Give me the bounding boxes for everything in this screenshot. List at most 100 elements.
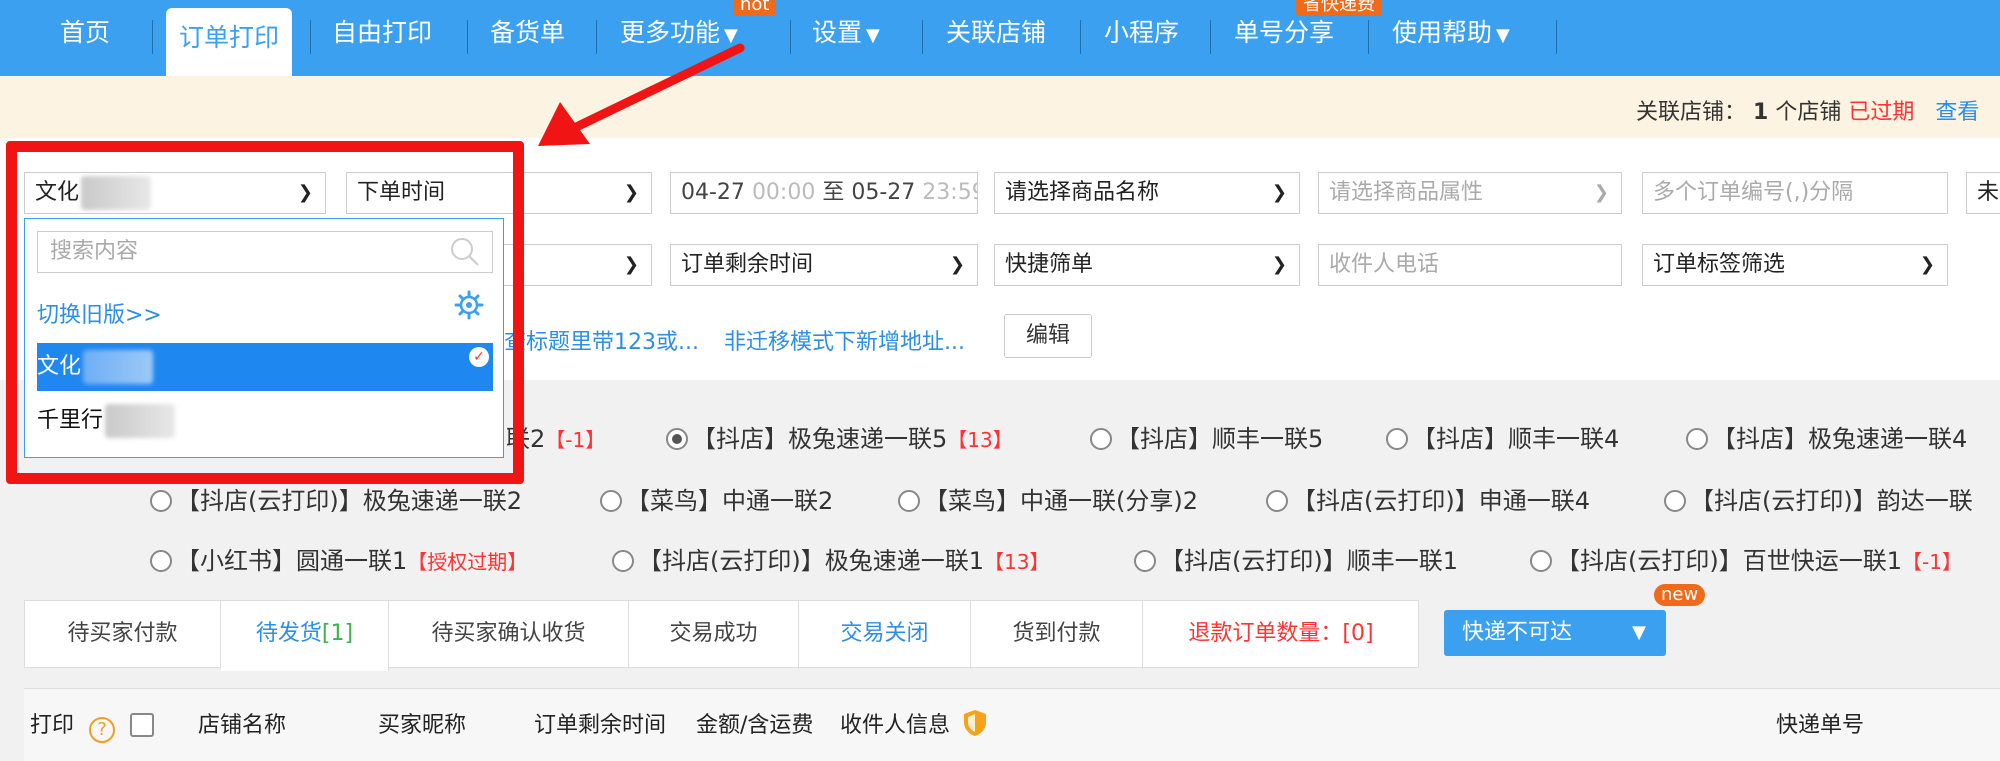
radio-button[interactable]: [600, 490, 622, 512]
radio-button[interactable]: [612, 550, 634, 572]
template-item[interactable]: 【抖店(云打印)】极兔速递一联1【13】: [612, 546, 1049, 577]
time-start: 00:00: [751, 180, 816, 205]
tab-awaiting-shipment[interactable]: 待发货[1]: [221, 601, 389, 671]
remaining-time-select[interactable]: 订单剩余时间 ❯: [670, 244, 978, 286]
date-range-input[interactable]: 04-27 00:00 至 05-27 23:59: [670, 172, 978, 214]
chevron-down-icon: ▼: [1632, 622, 1646, 643]
nav-settings-label: 设置: [812, 18, 863, 47]
radio-button[interactable]: [1266, 490, 1288, 512]
template-label: 【抖店(云打印)】顺丰一联1: [1160, 547, 1458, 575]
unprinted-select[interactable]: 未: [1966, 172, 2000, 214]
chevron-down-icon: ▼: [1496, 25, 1510, 46]
hot-badge: hot: [733, 0, 777, 16]
template-item[interactable]: 【抖店】顺丰一联5: [1090, 424, 1323, 454]
template-badge: 【13】: [947, 428, 1013, 452]
template-item[interactable]: 【抖店】极兔速递一联4: [1686, 424, 1967, 454]
radio-button[interactable]: [1134, 550, 1156, 572]
col-amount: 金额/含运费: [696, 713, 814, 738]
nav-home[interactable]: 首页: [60, 0, 110, 76]
help-icon[interactable]: ?: [89, 717, 116, 743]
product-name-label: 请选择商品名称: [1005, 180, 1160, 205]
linked-shop-info: 关联店铺： 1 个店铺 已过期 查看: [1636, 94, 1979, 126]
shield-icon: [964, 710, 987, 736]
nav-mini-program[interactable]: 小程序: [1104, 0, 1179, 76]
tag-filter-select[interactable]: 订单标签筛选 ❯: [1642, 244, 1948, 286]
express-unreachable-select[interactable]: 快递不可达 ▼: [1444, 610, 1666, 656]
template-item[interactable]: 【抖店(云打印)】申通一联4: [1266, 486, 1590, 516]
radio-button[interactable]: [150, 550, 172, 572]
nav-separator: [1080, 20, 1081, 54]
date-end: 05-27: [851, 180, 916, 205]
template-item[interactable]: 【小红书】圆通一联1【授权过期】: [150, 546, 527, 577]
tip-link-2[interactable]: 非迁移模式下新增地址...: [724, 324, 965, 356]
linked-shop-status: 已过期: [1848, 100, 1915, 125]
nav-free-print[interactable]: 自由打印: [332, 0, 432, 76]
radio-button[interactable]: [1090, 428, 1112, 450]
view-link[interactable]: 查看: [1935, 100, 1979, 125]
template-label: 【抖店(云打印)】极兔速递一联1: [638, 547, 984, 575]
tab-cash-on-delivery[interactable]: 货到付款: [971, 601, 1143, 669]
chevron-down-icon: ❯: [949, 254, 965, 275]
tab-trade-closed[interactable]: 交易关闭: [799, 601, 971, 669]
linked-shop-notice: 关联店铺： 1 个店铺 已过期 查看: [0, 76, 2000, 138]
nav-settings[interactable]: 设置 ▼: [812, 0, 880, 76]
template-item[interactable]: 【抖店】顺丰一联4: [1386, 424, 1619, 454]
template-item[interactable]: 【抖店(云打印)】顺丰一联1: [1134, 546, 1458, 576]
quick-filter-select[interactable]: 快捷筛单 ❯: [994, 244, 1300, 286]
template-item[interactable]: 【抖店(云打印)】韵达一联: [1664, 486, 1973, 516]
highlight-box: [6, 141, 524, 484]
order-status-tabs: 待买家付款 待发货[1] 待买家确认收货 交易成功 交易关闭 货到付款 退款订单…: [24, 600, 1419, 671]
chevron-down-icon: ❯: [623, 182, 639, 203]
radio-button[interactable]: [898, 490, 920, 512]
radio-button[interactable]: [1386, 428, 1408, 450]
template-label: 【抖店】极兔速递一联5: [692, 425, 948, 453]
top-nav: 首页 订单打印 自由打印 备货单 更多功能 ▼ hot 设置 ▼ 关联店铺 小程序 …: [0, 0, 2000, 76]
refund-count: [0]: [1342, 621, 1374, 646]
tab-awaiting-payment[interactable]: 待买家付款: [25, 601, 221, 669]
radio-button[interactable]: [150, 490, 172, 512]
product-name-select[interactable]: 请选择商品名称 ❯: [994, 172, 1300, 214]
template-item[interactable]: 【抖店(云打印)】百世快运一联1【-1】: [1530, 546, 1962, 577]
tab-trade-success[interactable]: 交易成功: [629, 601, 799, 669]
nav-order-print[interactable]: 订单打印: [166, 8, 292, 76]
template-item[interactable]: 【菜鸟】中通一联(分享)2: [898, 486, 1198, 516]
tab-awaiting-receipt[interactable]: 待买家确认收货: [389, 601, 629, 669]
nav-separator: [790, 20, 791, 54]
edit-button[interactable]: 编辑: [1004, 314, 1092, 358]
template-item[interactable]: 【菜鸟】中通一联2: [600, 486, 833, 516]
tab-refund-orders[interactable]: 退款订单数量：[0]: [1143, 601, 1419, 669]
save-fee-badge: 省快递费: [1296, 0, 1382, 16]
radio-button[interactable]: [1686, 428, 1708, 450]
product-attr-label: 请选择商品属性: [1329, 180, 1484, 205]
tip-link-1[interactable]: 查标题里带123或...: [504, 324, 699, 356]
template-label: 【抖店】顺丰一联4: [1412, 425, 1620, 453]
radio-button[interactable]: [1664, 490, 1686, 512]
order-number-input[interactable]: 多个订单编号(,)分隔: [1642, 172, 1948, 214]
col-print-label: 打印: [30, 713, 75, 738]
col-recipient-info: 收件人信息: [840, 689, 989, 761]
template-badge: 【-1】: [1902, 550, 1962, 574]
new-badge: new: [1654, 584, 1706, 606]
template-badge: 【授权过期】: [407, 550, 528, 574]
phone-input[interactable]: 收件人电话: [1318, 244, 1622, 286]
template-item[interactable]: 【抖店(云打印)】极兔速递一联2: [150, 486, 522, 516]
template-item[interactable]: 【抖店】极兔速递一联5【13】: [666, 424, 1013, 455]
date-to: 至: [822, 180, 845, 205]
col-remaining-time: 订单剩余时间: [534, 713, 667, 738]
template-label: 【抖店】顺丰一联5: [1116, 425, 1324, 453]
chevron-down-icon: ▼: [866, 25, 880, 46]
phone-placeholder: 收件人电话: [1329, 252, 1440, 277]
template-badge: 【-1】: [545, 428, 606, 452]
nav-separator: [152, 20, 153, 54]
radio-selected[interactable]: [666, 428, 688, 450]
template-label: 【抖店(云打印)】百世快运一联1: [1556, 547, 1902, 575]
radio-button[interactable]: [1530, 550, 1552, 572]
product-attr-select[interactable]: 请选择商品属性 ❯: [1318, 172, 1622, 214]
nav-linked-shops[interactable]: 关联店铺: [946, 0, 1046, 76]
nav-separator: [1210, 20, 1211, 54]
template-label: 【抖店(云打印)】申通一联4: [1292, 487, 1590, 515]
nav-help-label: 使用帮助: [1392, 18, 1493, 47]
col-tracking-number: 快递单号: [1776, 713, 1865, 738]
select-all-checkbox[interactable]: [130, 713, 155, 737]
nav-help[interactable]: 使用帮助 ▼: [1392, 0, 1510, 76]
